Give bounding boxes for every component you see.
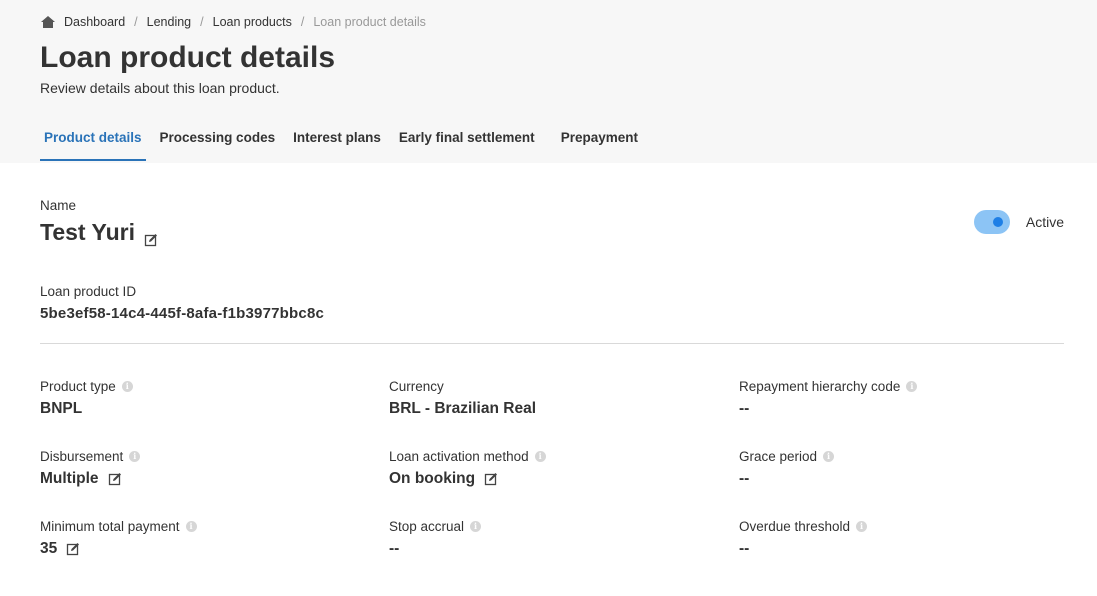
tab-bar: Product details Processing codes Interes… <box>40 127 652 161</box>
minimum-total-payment-value-row: 35 <box>40 540 197 558</box>
name-label: Name <box>40 198 77 213</box>
active-toggle-label: Active <box>1025 214 1064 230</box>
field-currency: Currency BRL - Brazilian Real <box>389 379 536 418</box>
tab-product-details[interactable]: Product details <box>40 127 146 161</box>
repayment-hierarchy-code-label: Repayment hierarchy code <box>739 379 901 394</box>
grace-period-label-row: Grace period i <box>739 449 835 464</box>
minimum-total-payment-label: Minimum total payment <box>40 519 180 534</box>
tab-interest-plans[interactable]: Interest plans <box>289 127 385 161</box>
field-loan-activation-method: Loan activation method i On booking <box>389 449 546 488</box>
repayment-hierarchy-code-value: -- <box>739 400 750 417</box>
grace-period-value: -- <box>739 470 750 487</box>
edit-icon[interactable] <box>108 472 122 486</box>
overdue-threshold-label-row: Overdue threshold i <box>739 519 868 534</box>
loan-activation-method-value: On booking <box>389 470 476 487</box>
edit-icon[interactable] <box>484 472 498 486</box>
disbursement-label: Disbursement <box>40 449 124 464</box>
toggle-knob <box>992 217 1003 227</box>
field-grace-period: Grace period i -- <box>739 449 835 488</box>
status-toggle-group: Active <box>973 210 1064 234</box>
product-type-value: BNPL <box>40 400 83 417</box>
info-icon[interactable]: i <box>129 451 141 462</box>
breadcrumb: Dashboard / Lending / Loan products / Lo… <box>40 15 426 29</box>
tab-prepayment[interactable]: Prepayment <box>557 127 642 161</box>
divider <box>40 343 1064 344</box>
info-icon[interactable]: i <box>470 521 482 532</box>
breadcrumb-loan-products[interactable]: Loan products <box>213 15 292 29</box>
field-minimum-total-payment: Minimum total payment i 35 <box>40 519 197 558</box>
field-stop-accrual: Stop accrual i -- <box>389 519 482 558</box>
page-header: Dashboard / Lending / Loan products / Lo… <box>0 0 1097 163</box>
grace-period-label: Grace period <box>739 449 818 464</box>
info-icon[interactable]: i <box>906 381 918 392</box>
name-section: Name Test Yuri <box>40 198 158 246</box>
loan-activation-method-label-row: Loan activation method i <box>389 449 546 464</box>
repayment-hierarchy-code-label-row: Repayment hierarchy code i <box>739 379 918 394</box>
field-overdue-threshold: Overdue threshold i -- <box>739 519 868 558</box>
breadcrumb-dashboard[interactable]: Dashboard <box>64 15 125 29</box>
breadcrumb-separator: / <box>134 15 138 29</box>
breadcrumb-lending[interactable]: Lending <box>147 15 192 29</box>
overdue-threshold-value: -- <box>739 540 750 557</box>
edit-icon[interactable] <box>66 542 80 556</box>
loan-activation-method-label: Loan activation method <box>389 449 529 464</box>
home-icon[interactable] <box>40 15 56 29</box>
overdue-threshold-label: Overdue threshold <box>739 519 851 534</box>
edit-icon[interactable] <box>144 226 158 246</box>
loan-activation-method-value-row: On booking <box>389 470 546 488</box>
name-value-row: Test Yuri <box>40 219 158 246</box>
currency-label: Currency <box>389 379 444 394</box>
loan-product-id-label: Loan product ID <box>40 284 137 299</box>
disbursement-value-row: Multiple <box>40 470 140 488</box>
info-icon[interactable]: i <box>121 381 133 392</box>
info-icon[interactable]: i <box>856 521 868 532</box>
minimum-total-payment-value: 35 <box>40 540 58 557</box>
stop-accrual-label-row: Stop accrual i <box>389 519 482 534</box>
field-product-type: Product type i BNPL <box>40 379 133 418</box>
disbursement-value: Multiple <box>40 470 99 487</box>
product-type-label: Product type <box>40 379 116 394</box>
page-subtitle: Review details about this loan product. <box>40 80 280 96</box>
field-repayment-hierarchy-code: Repayment hierarchy code i -- <box>739 379 918 418</box>
page-title: Loan product details <box>40 41 336 74</box>
info-icon[interactable]: i <box>534 451 546 462</box>
breadcrumb-separator: / <box>300 15 305 29</box>
product-type-label-row: Product type i <box>40 379 133 394</box>
tab-early-final-settlement[interactable]: Early final settlement <box>395 127 539 161</box>
loan-product-id-section: Loan product ID 5be3ef58-14c4-445f-8afa-… <box>40 284 324 322</box>
tab-processing-codes[interactable]: Processing codes <box>156 127 280 161</box>
currency-value: BRL - Brazilian Real <box>389 400 537 417</box>
active-toggle[interactable] <box>973 210 1010 234</box>
loan-product-id-value: 5be3ef58-14c4-445f-8afa-f1b3977bbc8c <box>40 305 325 322</box>
info-icon[interactable]: i <box>185 521 197 532</box>
field-disbursement: Disbursement i Multiple <box>40 449 141 488</box>
minimum-total-payment-label-row: Minimum total payment i <box>40 519 197 534</box>
info-icon[interactable]: i <box>823 451 835 462</box>
stop-accrual-label: Stop accrual <box>389 519 465 534</box>
breadcrumb-current: Loan product details <box>313 15 426 29</box>
stop-accrual-value: -- <box>389 540 400 557</box>
disbursement-label-row: Disbursement i <box>40 449 141 464</box>
breadcrumb-separator: / <box>200 15 204 29</box>
name-value: Test Yuri <box>40 219 136 245</box>
